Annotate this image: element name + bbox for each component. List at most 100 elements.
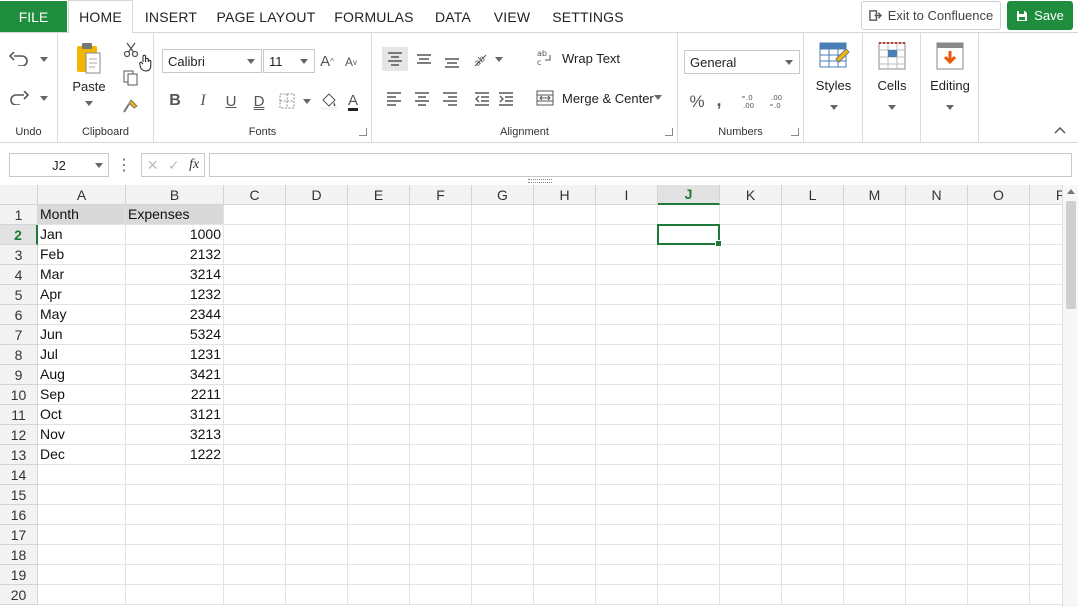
cell-j12[interactable] [658,425,720,445]
cell-l6[interactable] [782,305,844,325]
comma-style-icon[interactable]: , [712,89,726,111]
cell-a13[interactable]: Dec [38,445,126,465]
increase-indent-icon[interactable] [496,89,516,109]
row-header-8[interactable]: 8 [0,345,38,365]
cell-k7[interactable] [720,325,782,345]
confirm-formula-icon[interactable]: ✓ [168,157,180,174]
double-underline-icon[interactable]: D [250,91,268,111]
cell-g3[interactable] [472,245,534,265]
percent-icon[interactable]: % [688,91,706,113]
align-center-icon[interactable] [412,89,432,109]
cell-h4[interactable] [534,265,596,285]
row-header-14[interactable]: 14 [0,465,38,485]
cell-d17[interactable] [286,525,348,545]
cell-g9[interactable] [472,365,534,385]
cell-l12[interactable] [782,425,844,445]
cell-e8[interactable] [348,345,410,365]
cell-n7[interactable] [906,325,968,345]
cell-j11[interactable] [658,405,720,425]
row-header-3[interactable]: 3 [0,245,38,265]
cell-o6[interactable] [968,305,1030,325]
row-header-1[interactable]: 1 [0,205,38,225]
cell-f13[interactable] [410,445,472,465]
cell-m18[interactable] [844,545,906,565]
cell-g17[interactable] [472,525,534,545]
cell-i5[interactable] [596,285,658,305]
cell-a19[interactable] [38,565,126,585]
column-header-j[interactable]: J [658,185,720,205]
column-header-o[interactable]: O [968,185,1030,205]
cell-n18[interactable] [906,545,968,565]
cell-f2[interactable] [410,225,472,245]
cell-o16[interactable] [968,505,1030,525]
cell-n5[interactable] [906,285,968,305]
cell-j14[interactable] [658,465,720,485]
align-middle-icon[interactable] [412,47,436,71]
vertical-scrollbar[interactable] [1062,185,1078,607]
cell-g19[interactable] [472,565,534,585]
cell-i13[interactable] [596,445,658,465]
cell-j20[interactable] [658,585,720,605]
tab-home[interactable]: HOME [68,0,133,34]
cell-o9[interactable] [968,365,1030,385]
cell-n1[interactable] [906,205,968,225]
cell-j1[interactable] [658,205,720,225]
cell-d11[interactable] [286,405,348,425]
cell-n20[interactable] [906,585,968,605]
cell-h6[interactable] [534,305,596,325]
cell-h7[interactable] [534,325,596,345]
cell-m2[interactable] [844,225,906,245]
cell-m10[interactable] [844,385,906,405]
increase-decimal-icon[interactable]: .0.00 [740,91,762,111]
row-header-4[interactable]: 4 [0,265,38,285]
cell-b4[interactable]: 3214 [126,265,224,285]
redo-icon[interactable] [8,88,30,108]
cell-o7[interactable] [968,325,1030,345]
cell-m17[interactable] [844,525,906,545]
cell-h12[interactable] [534,425,596,445]
row-header-13[interactable]: 13 [0,445,38,465]
row-header-9[interactable]: 9 [0,365,38,385]
number-format-select[interactable]: General [684,50,800,74]
cell-a11[interactable]: Oct [38,405,126,425]
cell-n8[interactable] [906,345,968,365]
cell-e7[interactable] [348,325,410,345]
cell-a1[interactable]: Month [38,205,126,225]
format-painter-icon[interactable] [122,97,140,115]
row-header-17[interactable]: 17 [0,525,38,545]
row-header-15[interactable]: 15 [0,485,38,505]
cell-e19[interactable] [348,565,410,585]
cell-l7[interactable] [782,325,844,345]
cell-o20[interactable] [968,585,1030,605]
cell-d2[interactable] [286,225,348,245]
cell-m8[interactable] [844,345,906,365]
cell-n6[interactable] [906,305,968,325]
cell-c15[interactable] [224,485,286,505]
cell-b20[interactable] [126,585,224,605]
cell-h8[interactable] [534,345,596,365]
cell-c20[interactable] [224,585,286,605]
formula-bar-resize-handle[interactable] [528,179,552,183]
cell-n19[interactable] [906,565,968,585]
cell-h14[interactable] [534,465,596,485]
cell-m3[interactable] [844,245,906,265]
cell-h1[interactable] [534,205,596,225]
cell-a8[interactable]: Jul [38,345,126,365]
merge-center-button[interactable]: Merge & Center [536,87,654,109]
font-name-select[interactable]: Calibri [162,49,262,73]
cell-k14[interactable] [720,465,782,485]
cell-c6[interactable] [224,305,286,325]
cell-m6[interactable] [844,305,906,325]
cell-d19[interactable] [286,565,348,585]
cell-j15[interactable] [658,485,720,505]
cell-i18[interactable] [596,545,658,565]
align-top-icon[interactable] [382,47,408,71]
cell-c19[interactable] [224,565,286,585]
cell-i15[interactable] [596,485,658,505]
cell-n9[interactable] [906,365,968,385]
cell-o2[interactable] [968,225,1030,245]
cell-g15[interactable] [472,485,534,505]
cell-a12[interactable]: Nov [38,425,126,445]
cell-e15[interactable] [348,485,410,505]
cell-d7[interactable] [286,325,348,345]
